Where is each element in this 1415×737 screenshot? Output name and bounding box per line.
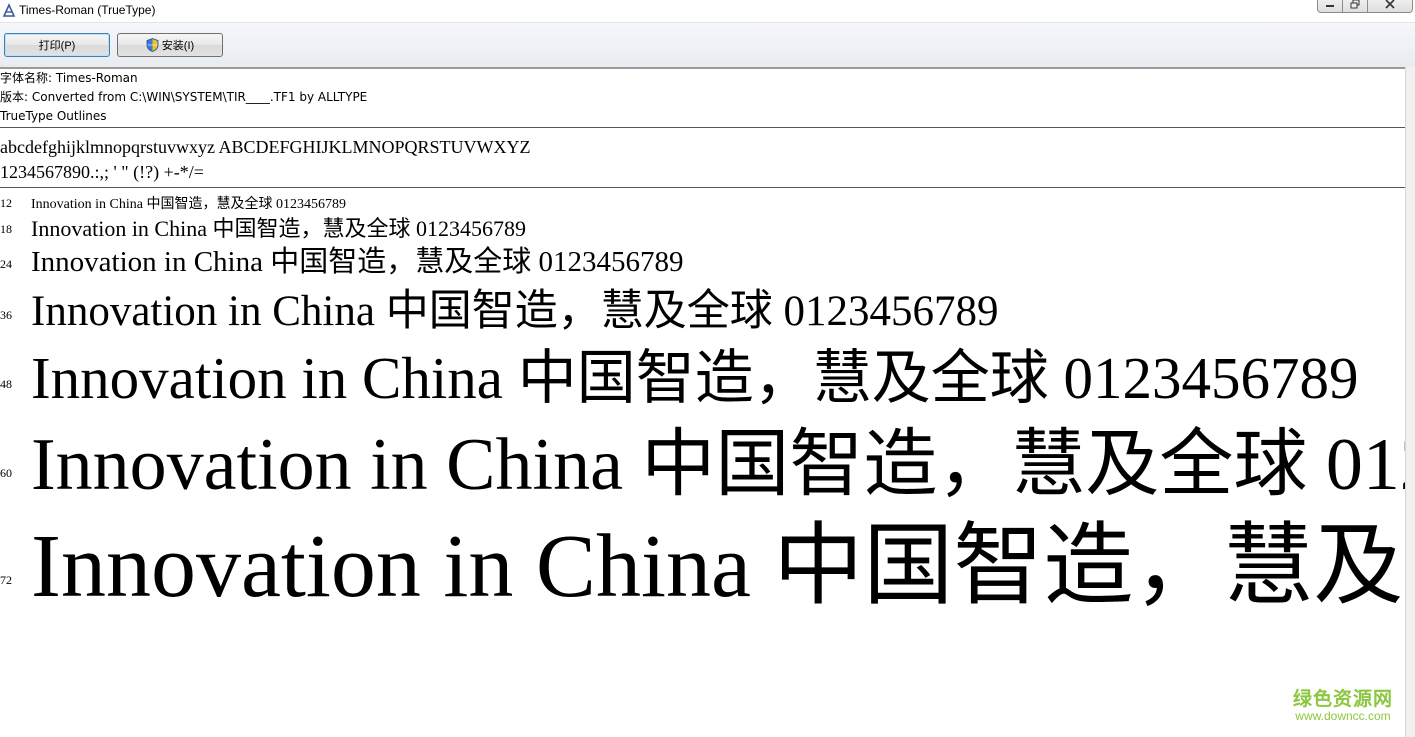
size-label: 12 — [0, 196, 12, 210]
watermark-url: www.downcc.com — [1295, 709, 1391, 723]
sample-text: Innovation in China 中国智造，慧及全球 0123456789 — [31, 517, 1405, 616]
size-label: 24 — [0, 257, 12, 271]
watermark-logo: 绿色资源网 www.downcc.com — [1293, 684, 1393, 723]
size-label: 60 — [0, 466, 12, 480]
watermark-name: 绿色资源网 — [1292, 688, 1393, 710]
size-label: 72 — [0, 573, 12, 587]
sample-text: Innovation in China 中国智造，慧及全球 0123456789 — [31, 345, 1359, 411]
size-samples: 12 Innovation in China 中国智造，慧及全球 0123456… — [0, 0, 1405, 737]
sample-text: Innovation in China 中国智造，慧及全球 0123456789 — [31, 246, 684, 278]
sample-text: Innovation in China 中国智造，慧及全球 0123456789 — [31, 197, 346, 212]
size-label: 36 — [0, 308, 12, 322]
right-edge-strip — [1405, 67, 1415, 737]
sample-text: Innovation in China 中国智造，慧及全球 0123456789 — [31, 288, 999, 335]
size-label: 48 — [0, 377, 12, 391]
size-label: 18 — [0, 222, 12, 236]
